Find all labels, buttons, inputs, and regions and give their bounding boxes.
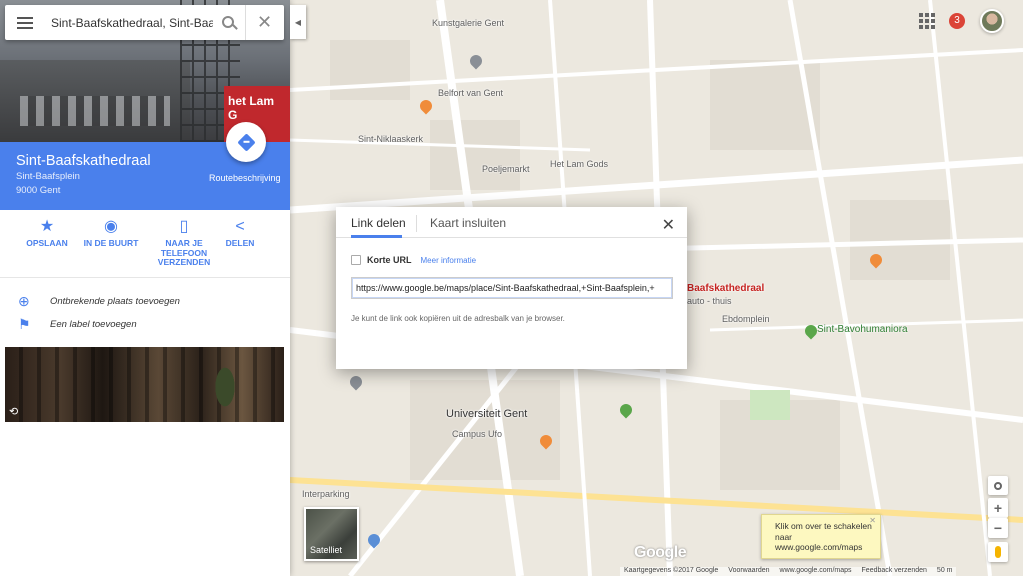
map-label: Kunstgalerie Gent xyxy=(432,18,505,28)
map-label: Universiteit Gent xyxy=(446,408,528,420)
nearby-button[interactable]: ◉ IN DE BUURT xyxy=(78,210,144,277)
search-box: ✕ xyxy=(5,5,284,40)
map-label: Belfort van Gent xyxy=(438,88,504,98)
close-icon[interactable]: ✕ xyxy=(662,215,675,235)
add-label-label: Een label toevoegen xyxy=(50,318,137,330)
map-label: Poeljemarkt xyxy=(482,164,530,174)
directions-label[interactable]: Routebeschrijving xyxy=(209,173,281,183)
close-icon[interactable]: ✕ xyxy=(869,516,876,527)
close-icon[interactable]: ✕ xyxy=(245,5,283,40)
map-label: Het Lam Gods xyxy=(550,159,609,169)
phone-icon: ▯ xyxy=(179,218,189,235)
maps-link[interactable]: www.google.com/maps xyxy=(780,567,852,576)
active-tab-indicator xyxy=(351,235,402,238)
my-location-icon xyxy=(994,481,1002,490)
send-to-phone-button[interactable]: ▯ NAAR JE TELEFOON VERZENDEN xyxy=(152,210,216,277)
map-label: Sint-Niklaaskerk xyxy=(358,134,424,144)
tooltip-text: Klik om over te schakelen naar www.googl… xyxy=(775,521,872,552)
apps-grid-icon[interactable] xyxy=(919,13,935,29)
save-button[interactable]: ★ OPSLAAN xyxy=(24,210,70,277)
map-label: Ebdomplein xyxy=(722,314,770,324)
search-icon[interactable] xyxy=(213,5,245,40)
add-label-button[interactable]: ⚑ Een label toevoegen xyxy=(0,313,290,335)
place-address-street: Sint-Baafsplein xyxy=(16,171,80,182)
my-location-button[interactable] xyxy=(988,476,1008,495)
terms-link[interactable]: Voorwaarden xyxy=(728,567,769,576)
nearby-icon: ◉ xyxy=(104,218,118,235)
satellite-label: Satelliet xyxy=(310,545,343,555)
avatar[interactable] xyxy=(980,9,1004,33)
share-url-field[interactable] xyxy=(351,277,673,299)
side-panel: het Lam G ✕ Sint-Baafskathedraal Sint-Ba… xyxy=(0,0,290,576)
share-label: DELEN xyxy=(225,238,255,248)
nearby-label: IN DE BUURT xyxy=(83,238,139,248)
add-place-icon: ⊕ xyxy=(18,293,30,309)
star-icon: ★ xyxy=(39,218,55,235)
directions-button[interactable] xyxy=(226,122,266,162)
tab-share-link[interactable]: Link delen xyxy=(351,216,406,230)
chevron-left-icon: ◀ xyxy=(294,17,302,27)
add-missing-place-label: Ontbrekende plaats toevoegen xyxy=(50,295,180,307)
place-address-city: 9000 Gent xyxy=(16,185,61,196)
menu-icon[interactable] xyxy=(5,5,45,40)
zoom-out-button[interactable]: − xyxy=(988,518,1008,538)
short-url-checkbox[interactable] xyxy=(351,255,361,265)
map-label: Sint-Bavohumaniora xyxy=(817,324,908,335)
place-title: Sint-Baafskathedraal xyxy=(16,153,151,169)
scale-label[interactable]: 50 m xyxy=(937,567,953,576)
map-footer: Kaartgegevens ©2017 Google Voorwaarden w… xyxy=(620,567,957,576)
zoom-in-button[interactable]: + xyxy=(988,498,1008,518)
map-label: auto - thuis xyxy=(687,296,732,306)
satellite-toggle[interactable]: Satelliet xyxy=(304,507,359,561)
pegman-button[interactable] xyxy=(988,542,1008,562)
short-url-label[interactable]: Korte URL xyxy=(367,255,412,265)
share-icon: < xyxy=(235,218,245,235)
directions-icon xyxy=(236,132,256,152)
notification-badge[interactable]: 3 xyxy=(949,13,965,29)
add-missing-place-button[interactable]: ⊕ Ontbrekende plaats toevoegen xyxy=(0,290,290,312)
map-label: Campus Ufo xyxy=(452,429,503,439)
flag-icon: ⚑ xyxy=(18,316,31,332)
pegman-icon xyxy=(995,546,1001,558)
share-hint: Je kunt de link ook kopiëren uit de adre… xyxy=(351,314,565,323)
copyright-text: Kaartgegevens ©2017 Google xyxy=(624,567,719,574)
send-to-phone-label: NAAR JE TELEFOON VERZENDEN xyxy=(157,238,211,267)
tab-divider xyxy=(416,215,417,232)
map-label: Interparking xyxy=(302,489,350,499)
search-input[interactable] xyxy=(51,12,213,33)
tab-embed-map[interactable]: Kaart insluiten xyxy=(430,216,506,230)
save-label: OPSLAAN xyxy=(26,238,68,248)
short-url-row: Korte URL Meer informatie xyxy=(351,255,476,265)
action-bar: ★ OPSLAAN ◉ IN DE BUURT ▯ NAAR JE TELEFO… xyxy=(0,210,290,278)
place-header: Sint-Baafskathedraal Sint-Baafsplein 900… xyxy=(0,122,290,210)
collapse-panel-button[interactable]: ◀ xyxy=(290,5,306,39)
google-logo: Google xyxy=(634,544,687,561)
street-view-photo[interactable]: ⟲ xyxy=(5,347,284,422)
360-icon: ⟲ xyxy=(9,406,19,418)
feedback-link[interactable]: Feedback verzenden xyxy=(862,567,927,576)
dialog-tabs: Link delen Kaart insluiten ✕ xyxy=(336,207,687,238)
map-label: Baafskathedraal xyxy=(687,283,765,294)
maps-switch-tooltip[interactable]: Klik om over te schakelen naar www.googl… xyxy=(761,514,881,559)
share-dialog: Link delen Kaart insluiten ✕ Korte URL M… xyxy=(336,207,687,369)
share-button[interactable]: < DELEN xyxy=(220,210,260,277)
more-info-link[interactable]: Meer informatie xyxy=(421,256,477,265)
